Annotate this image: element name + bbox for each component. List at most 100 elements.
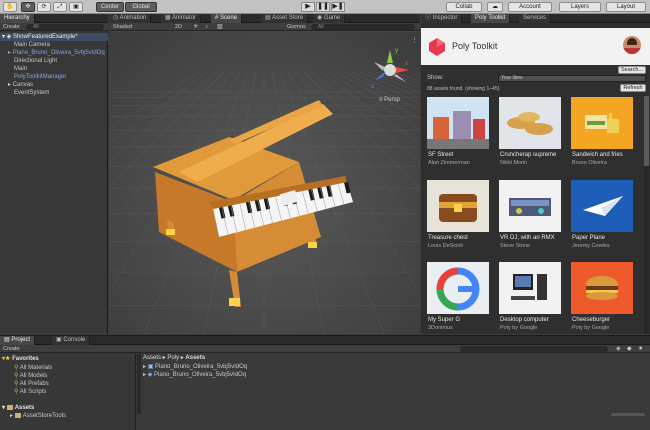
lighting-icon[interactable]: ☀ <box>193 23 198 31</box>
breadcrumb-item[interactable]: Assets <box>185 355 205 361</box>
audio-icon[interactable]: ♪ <box>205 23 208 31</box>
poly-toolkit-panel: ⓘ Inspector Poly Toolkit Services Poly T… <box>421 14 650 334</box>
scene-row[interactable]: ▾ ◈ ShowFeaturedExample* <box>0 33 108 41</box>
scene-panel: ◷ Animation ▦ Animator # Scene ▤ Asset S… <box>109 14 420 334</box>
hierarchy-item-label: Piano_Bruno_Oliveira_5vbj5vIdOq <box>12 50 105 56</box>
tab-label: Animator <box>172 15 197 21</box>
persp-text: Persp <box>384 97 400 103</box>
hierarchy-item-label: Directional Light <box>14 58 58 64</box>
hierarchy-search-input[interactable]: All <box>26 24 104 30</box>
collab-button[interactable]: Collab <box>446 2 482 12</box>
asset-title: VR DJ, with an RMX <box>500 235 555 241</box>
favorite-all-models[interactable]: ⚲ All Models <box>14 372 47 380</box>
hierarchy-tabbar: Hierarchy <box>0 14 108 23</box>
asset-thumbnail[interactable] <box>499 97 561 149</box>
breadcrumb-item[interactable]: Poly <box>167 355 179 361</box>
search-icon: ⚲ <box>14 389 19 395</box>
hierarchy-item-directional-light[interactable]: Directional Light <box>0 57 108 65</box>
step-button[interactable]: ▶❚ <box>331 2 345 12</box>
tab-label: Project <box>11 337 31 343</box>
favorites-header[interactable]: ▾★ Favorites <box>2 355 39 363</box>
breadcrumb-item[interactable]: Assets <box>143 355 161 361</box>
asset-thumbnail[interactable] <box>571 262 633 314</box>
asset-thumbnail[interactable] <box>427 180 489 232</box>
tab-scene[interactable]: # Scene <box>211 14 243 23</box>
play-button[interactable]: ▶ <box>301 2 315 12</box>
hierarchy-item-label: PolyToolkitManager <box>14 74 67 80</box>
layers-dropdown[interactable]: Layers <box>559 2 601 12</box>
tab-asset-store[interactable]: ▤ Asset Store <box>261 14 309 23</box>
pause-button[interactable]: ❚❚ <box>316 2 330 12</box>
effects-icon[interactable]: ▨ <box>217 23 223 31</box>
icon-size-slider[interactable] <box>611 413 645 416</box>
tab-label: Game <box>323 15 341 21</box>
favorite-all-materials[interactable]: ⚲ All Materials <box>14 364 52 372</box>
pivot-center-toggle[interactable]: Center <box>96 2 124 12</box>
scale-tool-icon[interactable]: ⤢ <box>53 2 67 12</box>
project-tree: ▾★ Favorites ⚲ All Materials ⚲ All Model… <box>0 354 136 430</box>
asset-thumbnail[interactable] <box>427 262 489 314</box>
tab-game[interactable]: ◉ Game <box>313 14 346 23</box>
asset-thumbnail[interactable] <box>499 262 561 314</box>
hierarchy-item-main-camera[interactable]: Main Camera <box>0 41 108 49</box>
account-dropdown[interactable]: Account <box>508 2 552 12</box>
gizmos-dropdown[interactable]: Gizmos <box>287 23 306 31</box>
file-item[interactable]: ▸ ▣ Piano_Bruno_Oliveira_5vbj5vIdOq <box>143 363 247 371</box>
asset-title: SF Street <box>428 152 454 158</box>
tab-console[interactable]: ▣ Console <box>52 336 91 345</box>
create-dropdown[interactable]: Create <box>3 23 20 31</box>
asset-thumbnail[interactable] <box>571 97 633 149</box>
hierarchy-item-polytoolkitmanager[interactable]: PolyToolkitManager <box>0 73 108 81</box>
asset-author: 3Donimus <box>428 325 453 331</box>
scene-viewport[interactable]: y x z ≡ Persp ⋮ <box>109 32 420 334</box>
cloud-icon[interactable]: ☁ <box>487 2 503 12</box>
filter-type-icon[interactable]: ◈ <box>616 345 621 353</box>
tab-animation[interactable]: ◷ Animation <box>109 14 152 23</box>
project-search-input[interactable] <box>460 346 608 352</box>
project-tabbar: ▤ Project ▣ Console <box>0 336 650 345</box>
asset-thumbnail[interactable] <box>499 180 561 232</box>
asset-title: Treasure chest <box>428 235 468 241</box>
hierarchy-item-main[interactable]: Main <box>0 65 108 73</box>
hierarchy-toolbar: Create All <box>0 23 108 31</box>
project-scrollbar[interactable] <box>137 354 141 414</box>
project-create-dropdown[interactable]: Create <box>3 345 20 353</box>
pivot-global-toggle[interactable]: Global <box>125 2 157 12</box>
hand-tool-icon[interactable]: ✋ <box>3 2 17 12</box>
asset-grid: SF Street Alan Zimmerman Cruncherap suprem… <box>421 14 650 334</box>
star-filter-icon[interactable]: ★ <box>638 345 643 353</box>
layout-dropdown[interactable]: Layout <box>606 2 646 12</box>
persp-label[interactable]: ≡ Persp <box>379 97 401 103</box>
scene-toolbar: Shaded 2D ☀ ♪ ▨ Gizmos All <box>109 23 420 31</box>
asset-author: Louis DeScioli <box>428 243 463 249</box>
scene-menu-icon[interactable]: ⋮ <box>411 37 418 44</box>
file-label: Piano_Bruno_Oliveira_5vbj5vIdOq <box>153 372 247 378</box>
tab-hierarchy[interactable]: Hierarchy <box>0 14 35 23</box>
asset-thumbnail[interactable] <box>571 180 633 232</box>
scene-search-input[interactable]: All <box>311 24 415 30</box>
search-icon: ⚲ <box>14 381 19 387</box>
hierarchy-item-eventsystem[interactable]: EventSystem <box>0 89 108 97</box>
hierarchy-item-piano[interactable]: ▸ Piano_Bruno_Oliveira_5vbj5vIdOq <box>0 49 108 57</box>
favorite-all-scripts[interactable]: ⚲ All Scripts <box>14 388 46 396</box>
favorite-all-prefabs[interactable]: ⚲ All Prefabs <box>14 380 49 388</box>
tab-animator[interactable]: ▦ Animator <box>161 14 202 23</box>
shading-mode-dropdown[interactable]: Shaded <box>113 23 132 31</box>
tab-project[interactable]: ▤ Project <box>0 336 36 345</box>
file-item[interactable]: ▸ ◆ Piano_Bruno_Oliveira_5vbj5vIdOq <box>143 371 246 379</box>
asset-thumbnail[interactable] <box>427 97 489 149</box>
assets-folder[interactable]: ▾ Assets <box>2 404 34 412</box>
folder-assetstoretools[interactable]: ▸ AssetStoreTools <box>10 412 66 420</box>
rotate-tool-icon[interactable]: ⟳ <box>37 2 51 12</box>
tab-label: Asset Store <box>272 15 304 21</box>
star-icon: ▾★ <box>2 356 11 362</box>
move-tool-icon[interactable]: ✥ <box>21 2 35 12</box>
rect-tool-icon[interactable]: ▣ <box>69 2 83 12</box>
asset-author: Poly by Google <box>572 325 610 331</box>
2d-toggle[interactable]: 2D <box>175 23 182 31</box>
search-icon: ⚲ <box>14 365 19 371</box>
hierarchy-item-canvas[interactable]: ▸ Canvas <box>0 81 108 89</box>
filter-label-icon[interactable]: ◆ <box>627 345 632 353</box>
asset-title: Cruncherap supreme <box>500 152 557 158</box>
inspector-scrollbar[interactable] <box>644 96 649 334</box>
